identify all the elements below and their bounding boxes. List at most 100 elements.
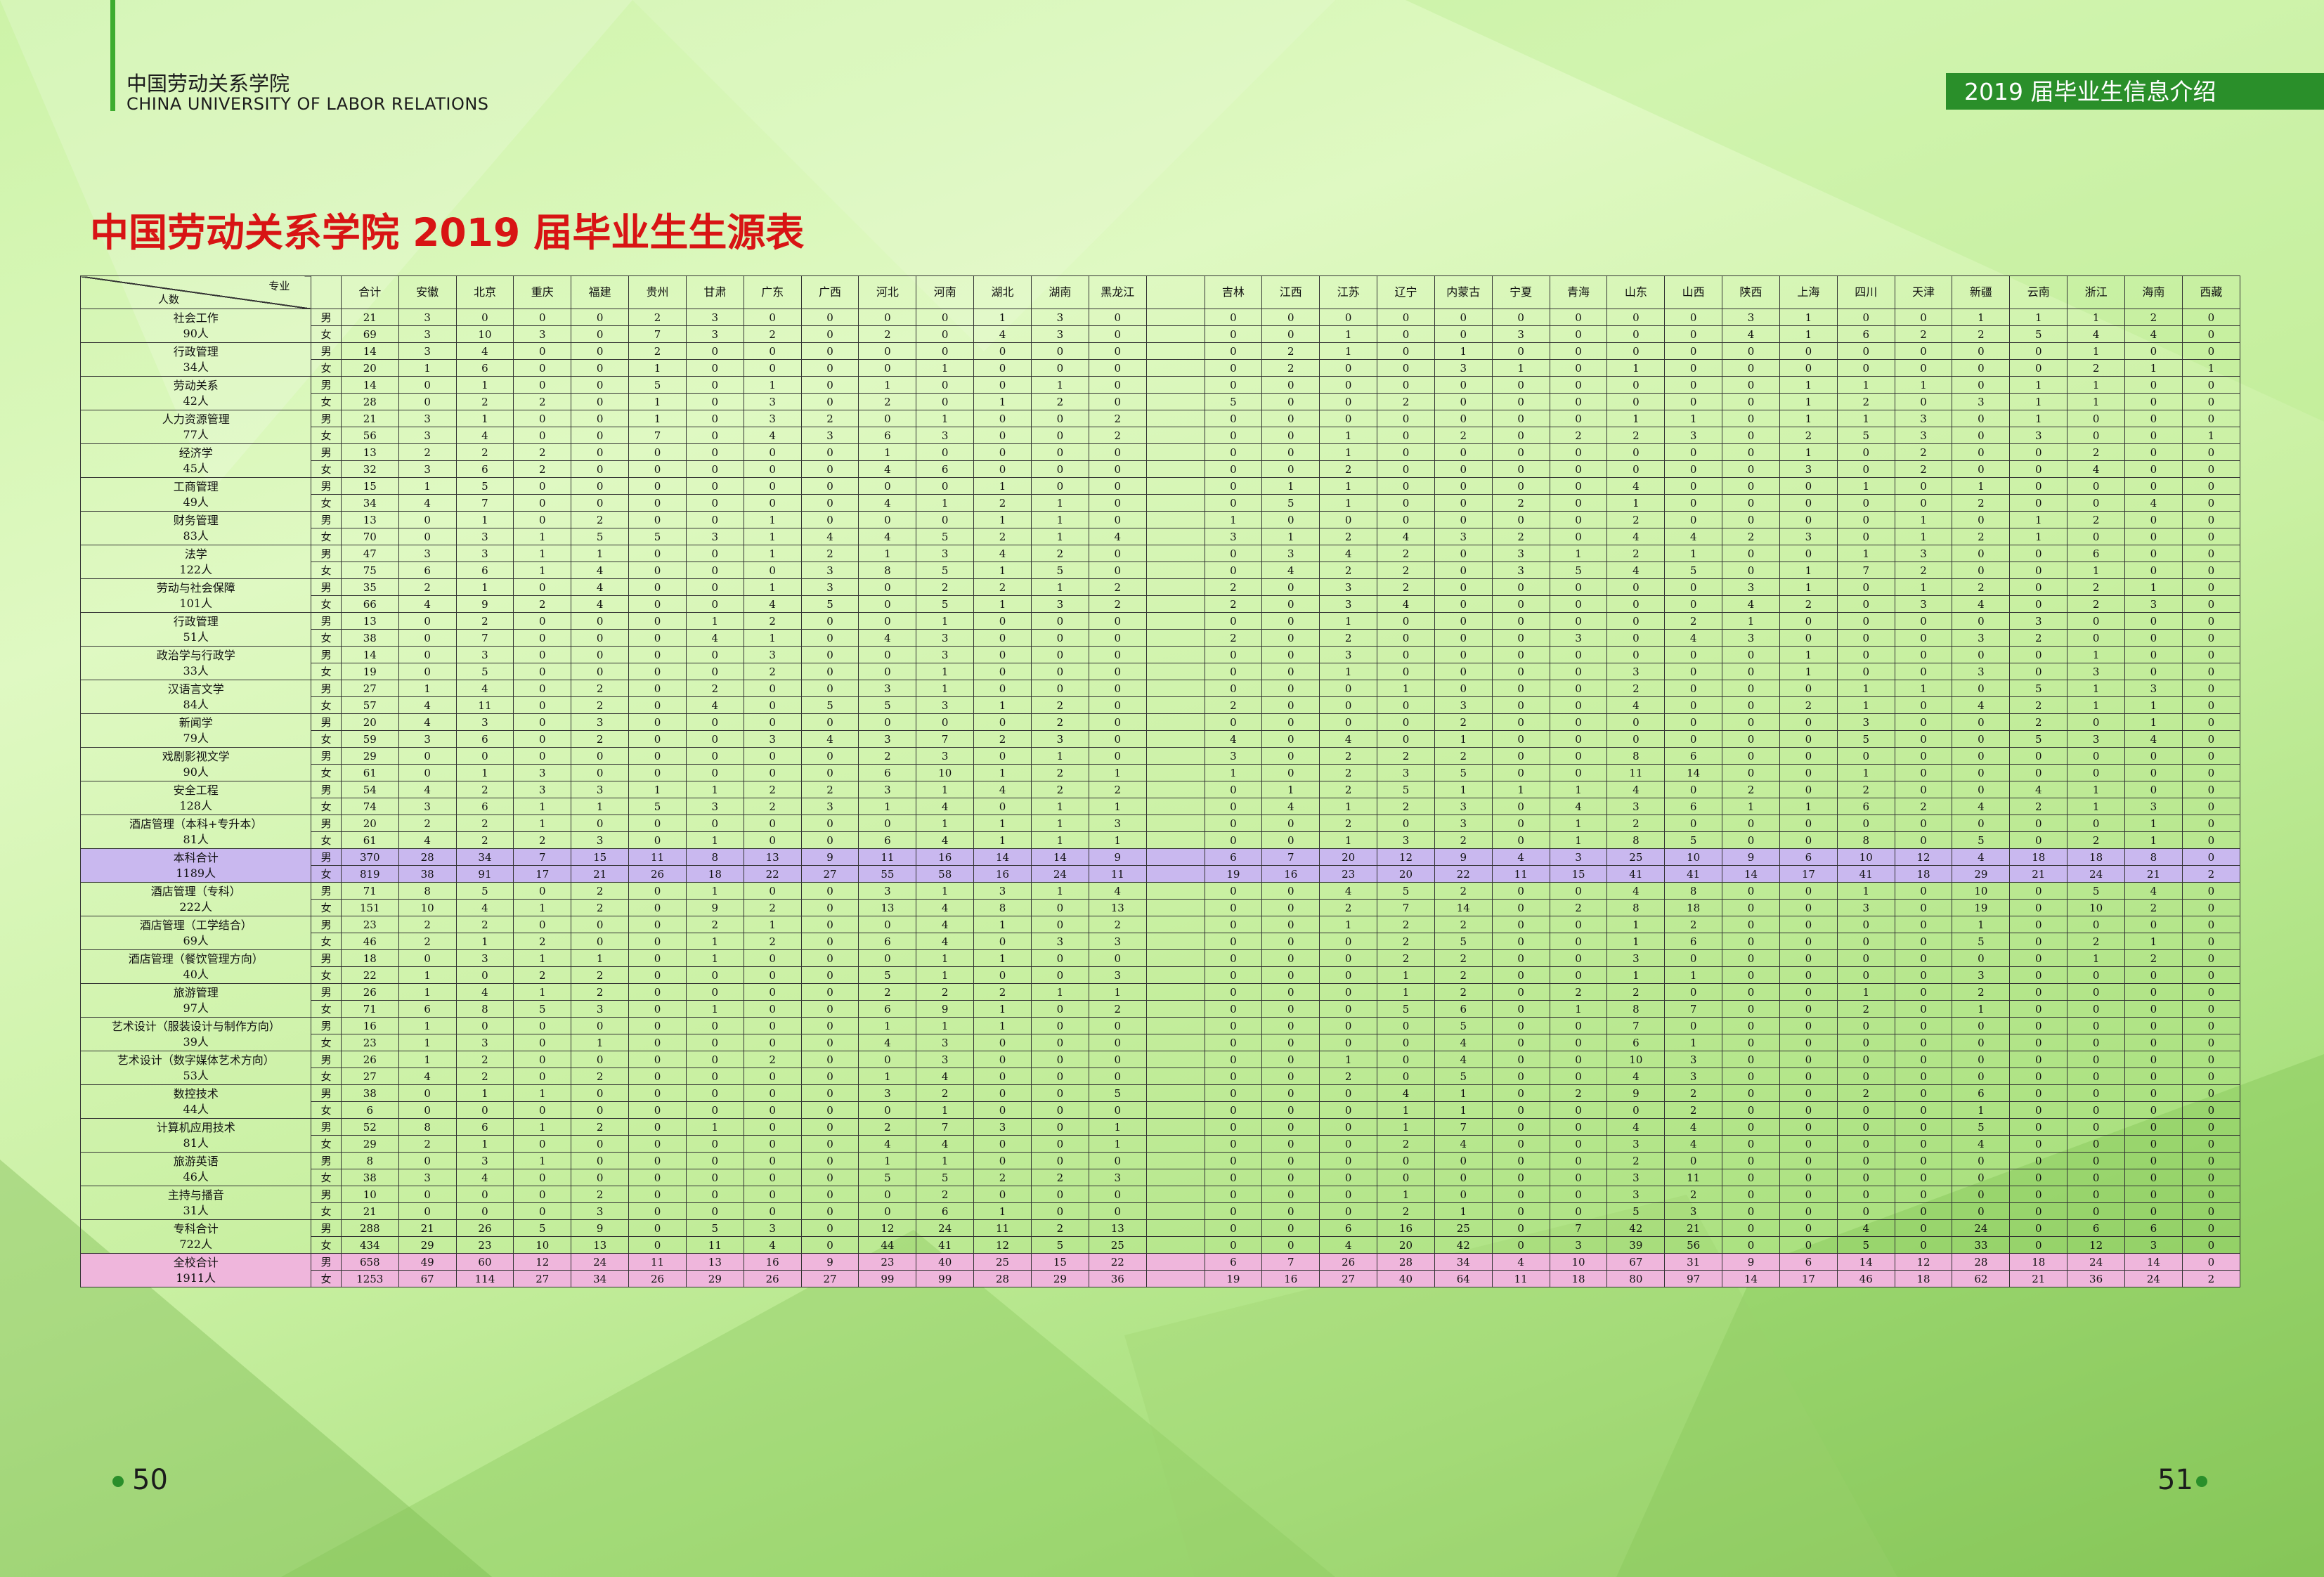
count-cell: 4 [1606, 1118, 1666, 1136]
major-count: 1189人 [176, 866, 216, 880]
major-name: 专科合计 [173, 1221, 219, 1235]
count-cell: 0 [1722, 916, 1780, 933]
count-cell: 1 [2009, 309, 2068, 326]
count-cell: 6 [340, 1101, 399, 1119]
count-cell: 0 [1894, 882, 1953, 900]
count-cell: 1 [1319, 1051, 1378, 1068]
count-cell: 0 [973, 410, 1032, 427]
count-cell [1145, 696, 1205, 714]
count-cell: 0 [2181, 680, 2241, 697]
count-cell: 0 [973, 1135, 1032, 1153]
count-cell: 0 [1836, 443, 1895, 461]
count-cell: 0 [973, 612, 1032, 630]
count-cell: 18 [340, 949, 399, 967]
count-cell: 1 [1836, 696, 1895, 714]
count-cell: 20 [1377, 865, 1435, 883]
count-cell: 0 [1549, 342, 1608, 360]
count-cell: 2 [455, 443, 514, 461]
count-cell: 3 [1606, 1135, 1666, 1153]
count-cell: 1 [743, 545, 802, 562]
count-cell: 0 [1894, 713, 1953, 731]
count-cell: 20 [1319, 848, 1378, 866]
count-cell: 0 [743, 966, 802, 984]
count-cell: 6 [916, 1202, 975, 1220]
count-cell: 0 [628, 764, 687, 781]
count-cell: 0 [2009, 966, 2068, 984]
count-cell: 18 [1894, 1270, 1953, 1287]
count-cell: 0 [800, 359, 859, 377]
count-cell: 0 [398, 1186, 457, 1203]
school-name-zh: 中国劳动关系学院 [126, 72, 290, 96]
count-cell: 2 [743, 325, 802, 343]
count-cell: 0 [1664, 713, 1723, 731]
count-cell: 0 [685, 1034, 744, 1051]
count-cell: 0 [1088, 1186, 1147, 1203]
count-cell: 29 [340, 1135, 399, 1153]
count-cell: 23 [340, 916, 399, 933]
count-cell: 0 [2009, 815, 2068, 832]
count-cell: 0 [1549, 1034, 1608, 1051]
count-cell: 0 [1030, 1034, 1089, 1051]
count-cell: 13 [685, 1253, 744, 1271]
count-cell: 5 [1377, 1000, 1435, 1018]
count-cell: 26 [1319, 1253, 1378, 1271]
count-cell: 0 [455, 1202, 514, 1220]
count-cell: 33 [1952, 1236, 2011, 1254]
count-cell: 0 [513, 1017, 572, 1034]
count-cell: 2 [1204, 578, 1263, 596]
count-cell: 21 [2009, 1270, 2068, 1287]
count-cell: 6 [1204, 848, 1263, 866]
count-cell: 8 [2124, 848, 2183, 866]
count-cell: 3 [1606, 1169, 1666, 1186]
count-cell: 0 [1779, 1202, 1838, 1220]
count-cell: 0 [398, 1202, 457, 1220]
count-cell: 0 [513, 696, 572, 714]
count-cell: 0 [571, 1152, 630, 1169]
count-cell: 151 [340, 899, 399, 916]
count-cell: 0 [1088, 460, 1147, 478]
count-cell: 2 [743, 933, 802, 950]
count-cell: 0 [1204, 460, 1263, 478]
table-row: 女 70 0 3 1 5 5 3 1 4 4 5 2 1 4 3 1 2 4 3 2 0 4 4 2 3 0 1 2 1 0 0 0 [81, 528, 2241, 545]
count-cell: 1 [916, 663, 975, 680]
count-cell: 1 [685, 933, 744, 950]
count-cell: 0 [1030, 1101, 1089, 1119]
count-cell: 0 [1491, 1101, 1550, 1119]
count-cell: 0 [1204, 562, 1263, 579]
count-cell: 8 [455, 1000, 514, 1018]
gender-cell: 女 [311, 393, 342, 410]
count-cell: 0 [1030, 1186, 1089, 1203]
table-row: 戏剧影视文学 90人男 29 0 0 0 0 0 0 0 0 2 3 0 1 0 3 0 2 2 2 0 0 8 6 0 0 0 0 0 0… [79, 747, 2241, 781]
count-cell: 0 [2009, 1152, 2068, 1169]
count-cell: 0 [571, 933, 630, 950]
count-cell: 0 [1030, 1202, 1089, 1220]
count-cell: 0 [1204, 916, 1263, 933]
count-cell: 14 [1434, 899, 1493, 916]
count-cell: 0 [2181, 1169, 2241, 1186]
count-cell: 1 [743, 528, 802, 545]
count-cell: 0 [398, 949, 457, 967]
count-cell: 21 [398, 1219, 457, 1237]
count-cell: 9 [1722, 1253, 1780, 1271]
count-cell: 6 [1606, 1034, 1666, 1051]
count-cell: 1 [1261, 477, 1320, 495]
count-cell: 1 [455, 933, 514, 950]
gender-cell: 男 [311, 680, 342, 697]
count-cell: 24 [1030, 865, 1089, 883]
region-header: 安徽 [398, 275, 457, 309]
count-cell: 1 [1664, 1034, 1723, 1051]
region-header: 山西 [1664, 275, 1723, 309]
count-cell: 0 [1722, 1118, 1780, 1136]
count-cell: 0 [800, 511, 859, 528]
table-row: 全校合计 1911人男 658 49 60 12 24 11 13 16 9 23 40 25 15 22 6 7… [79, 1253, 2241, 1287]
count-cell [1145, 1067, 1205, 1085]
count-cell: 0 [2181, 1236, 2241, 1254]
count-cell: 0 [685, 983, 744, 1001]
count-cell: 4 [800, 528, 859, 545]
count-cell: 0 [1030, 916, 1089, 933]
count-cell: 2 [571, 1067, 630, 1085]
table-row: 女 59 3 6 0 2 0 0 3 4 3 7 2 3 0 4 0 4 0 1 0 0 0 0 0 0 5 0 0 5 3 4 0 [81, 730, 2241, 748]
count-cell: 3 [800, 798, 859, 815]
count-cell: 70 [340, 528, 399, 545]
table-row: 女 151 10 4 1 2 0 9 2 0 13 4 8 0 13 0 0 2 7 14 0 2 8 18 0 0 3 0 19 0 10… [81, 899, 2241, 916]
